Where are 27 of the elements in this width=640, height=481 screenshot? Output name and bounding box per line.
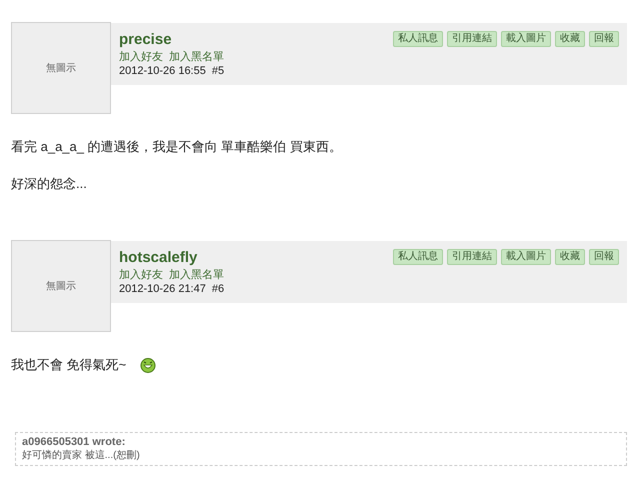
quote-author: a0966505301 wrote: <box>22 436 126 449</box>
avatar-label: 無圖示 <box>46 62 76 76</box>
author-link[interactable]: 加入黑名單 <box>169 50 224 64</box>
post-number: #5 <box>212 64 224 78</box>
author-link[interactable]: 加入黑名單 <box>169 268 224 282</box>
action-button[interactable]: 回報 <box>589 31 619 47</box>
action-button[interactable]: 收藏 <box>555 249 585 265</box>
author-link[interactable]: 加入好友 <box>119 268 163 282</box>
author-name[interactable]: hotscalefly <box>119 249 224 267</box>
action-button[interactable]: 引用連結 <box>447 249 497 265</box>
quote-text: 好可憐的賣家 被這...(恕刪) <box>22 449 141 462</box>
action-button[interactable]: 收藏 <box>555 31 585 47</box>
action-button[interactable]: 引用連結 <box>447 31 497 47</box>
action-button[interactable]: 私人訊息 <box>393 31 443 47</box>
post-number: #6 <box>212 282 224 296</box>
author-link[interactable]: 加入好友 <box>119 50 163 64</box>
post-text: 我也不會 免得氣死~ <box>11 356 126 374</box>
action-button[interactable]: 載入圖片 <box>501 31 551 47</box>
post-timestamp: 2012-10-26 21:47 <box>119 282 206 296</box>
post-text: 好深的怨念... <box>11 175 87 193</box>
action-button[interactable]: 私人訊息 <box>393 249 443 265</box>
action-button[interactable]: 回報 <box>589 249 619 265</box>
action-button[interactable]: 載入圖片 <box>501 249 551 265</box>
author-name[interactable]: precise <box>119 31 224 49</box>
avatar-label: 無圖示 <box>46 280 76 294</box>
post-timestamp: 2012-10-26 16:55 <box>119 64 206 78</box>
post-text: 看完 a_a_a_ 的遭遇後，我是不會向 單車酷樂伯 買東西。 <box>11 138 342 156</box>
